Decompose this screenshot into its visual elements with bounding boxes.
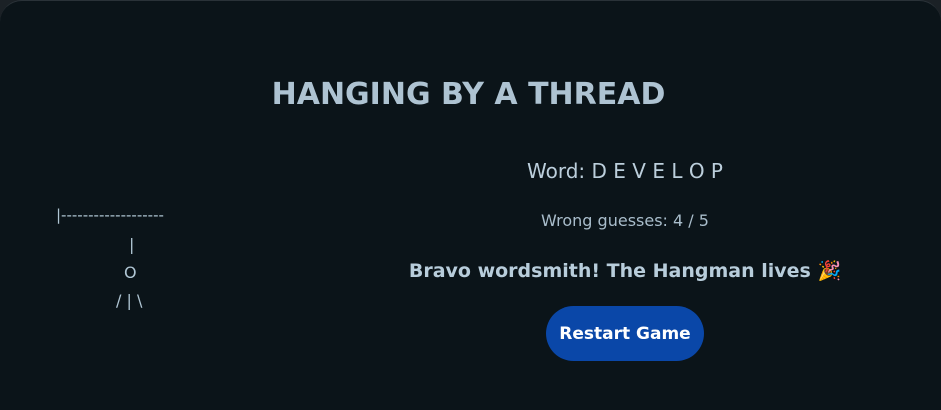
result-message: Bravo wordsmith! The Hangman lives 🎉 [408, 260, 842, 282]
gallows-beam: |------------------- [56, 206, 164, 224]
wrong-guesses-label: Wrong guesses: [541, 211, 668, 230]
restart-game-button[interactable]: Restart Game [546, 306, 704, 361]
hangman-body: / | \ [116, 291, 143, 310]
word-letters: D E V E L O P [591, 159, 723, 183]
wrong-guesses-value: 4 / 5 [673, 211, 709, 230]
wrong-guesses-display: Wrong guesses: 4 / 5 [405, 211, 845, 230]
hangman-head: O [124, 263, 137, 282]
word-display: Word: D E V E L O P [405, 159, 845, 183]
gallows-rope: | [129, 235, 135, 254]
game-card: HANGING BY A THREAD |-------------------… [0, 0, 941, 410]
word-label: Word: [527, 159, 586, 183]
game-title: HANGING BY A THREAD [271, 77, 666, 112]
